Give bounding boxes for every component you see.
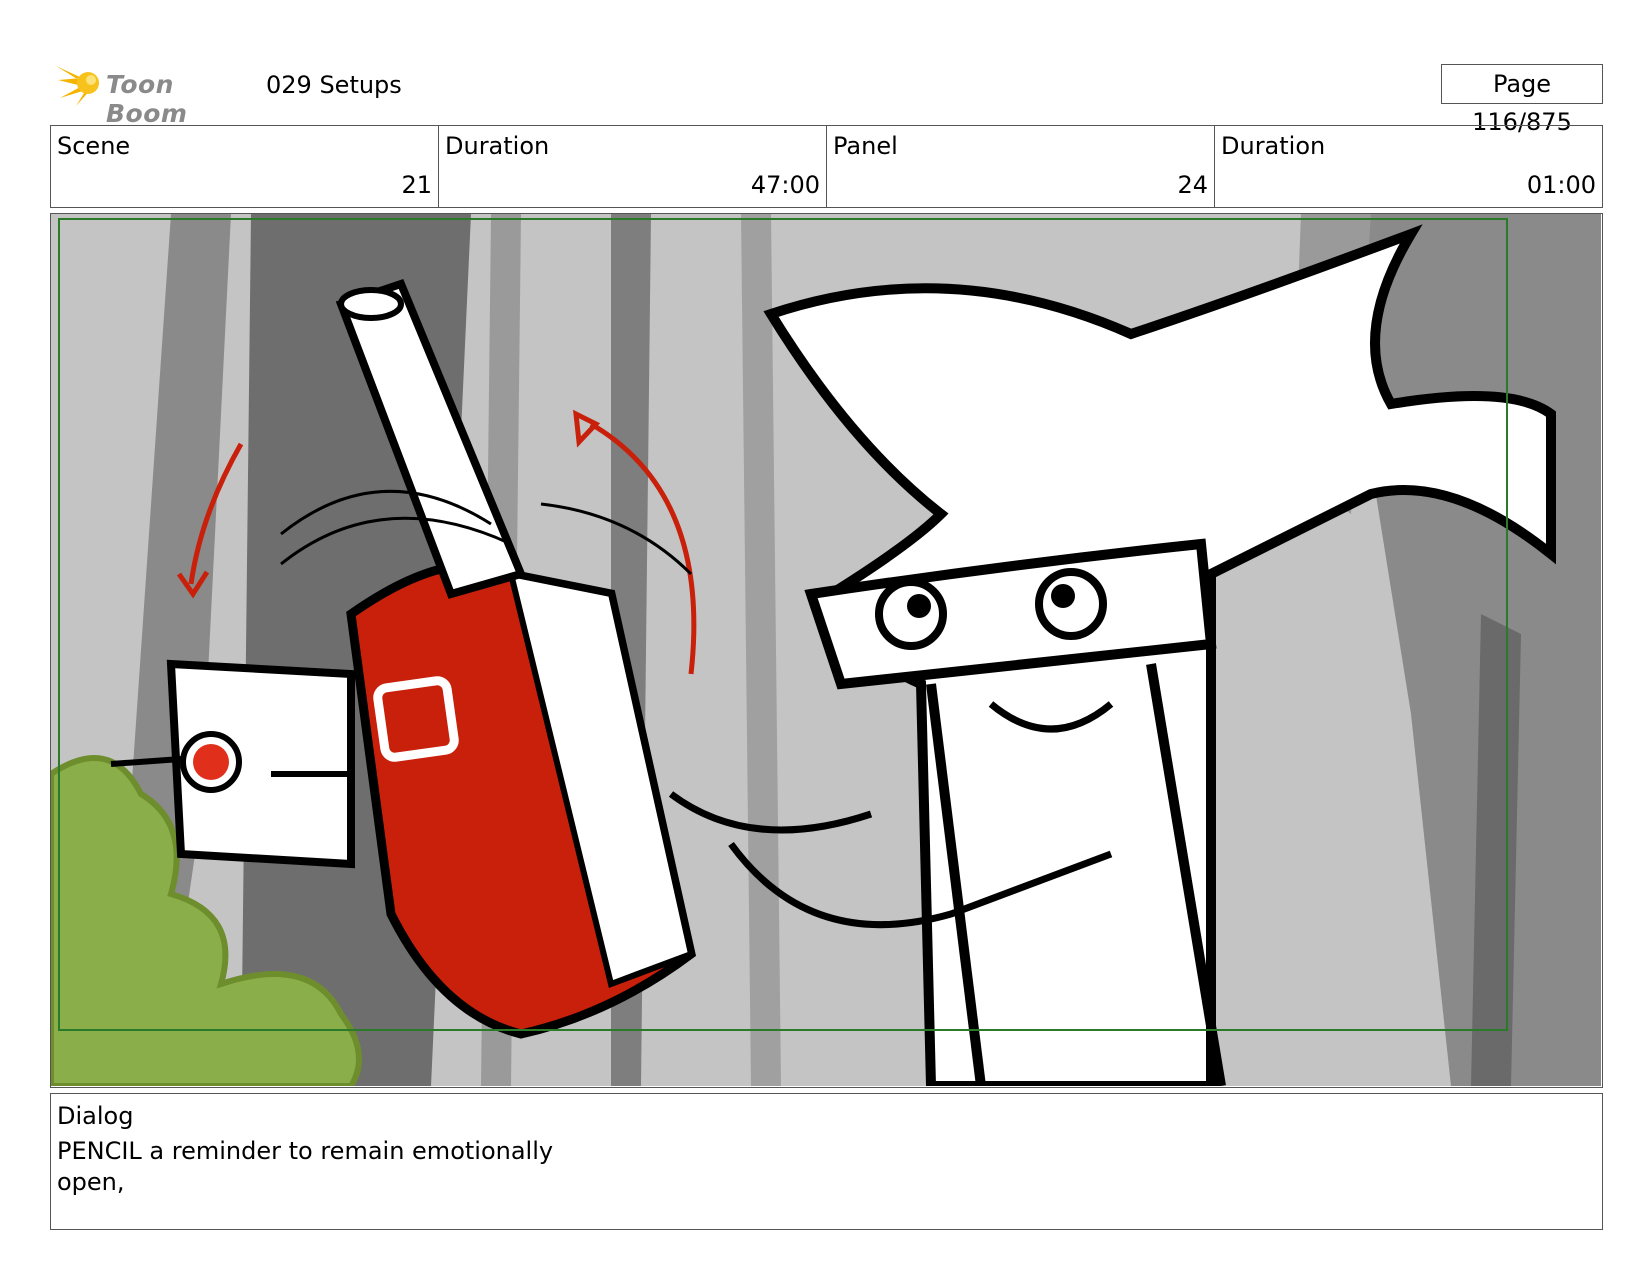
dialog-box: Dialog PENCIL a reminder to remain emoti… [50, 1093, 1603, 1230]
panel-cell: Panel 24 [827, 126, 1215, 207]
panel-duration-label: Duration [1221, 132, 1326, 160]
panel-duration-cell: Duration 01:00 [1215, 126, 1602, 207]
document-title: 029 Setups [266, 71, 402, 99]
scene-duration-value: 47:00 [750, 171, 820, 199]
toon-boom-logo: Toon Boom [52, 58, 252, 128]
scene-duration-label: Duration [445, 132, 550, 160]
logo-wordmark: Toon Boom [106, 70, 188, 128]
dialog-text: PENCIL a reminder to remain emotionally … [57, 1137, 554, 1196]
scene-value: 21 [401, 171, 432, 199]
dialog-label: Dialog [57, 1102, 134, 1130]
scene-label: Scene [57, 132, 131, 160]
panel-sketch [51, 214, 1601, 1086]
page-indicator: Page 116/875 [1441, 64, 1603, 136]
scene-info-table: Scene 21 Duration 47:00 Panel 24 Duratio… [50, 125, 1603, 208]
panel-value: 24 [1177, 171, 1208, 199]
sun-icon [56, 66, 99, 106]
panel-duration-value: 01:00 [1526, 171, 1596, 199]
scene-duration-cell: Duration 47:00 [439, 126, 827, 207]
storyboard-panel [50, 213, 1603, 1088]
scene-cell: Scene 21 [51, 126, 439, 207]
panel-label: Panel [833, 132, 898, 160]
